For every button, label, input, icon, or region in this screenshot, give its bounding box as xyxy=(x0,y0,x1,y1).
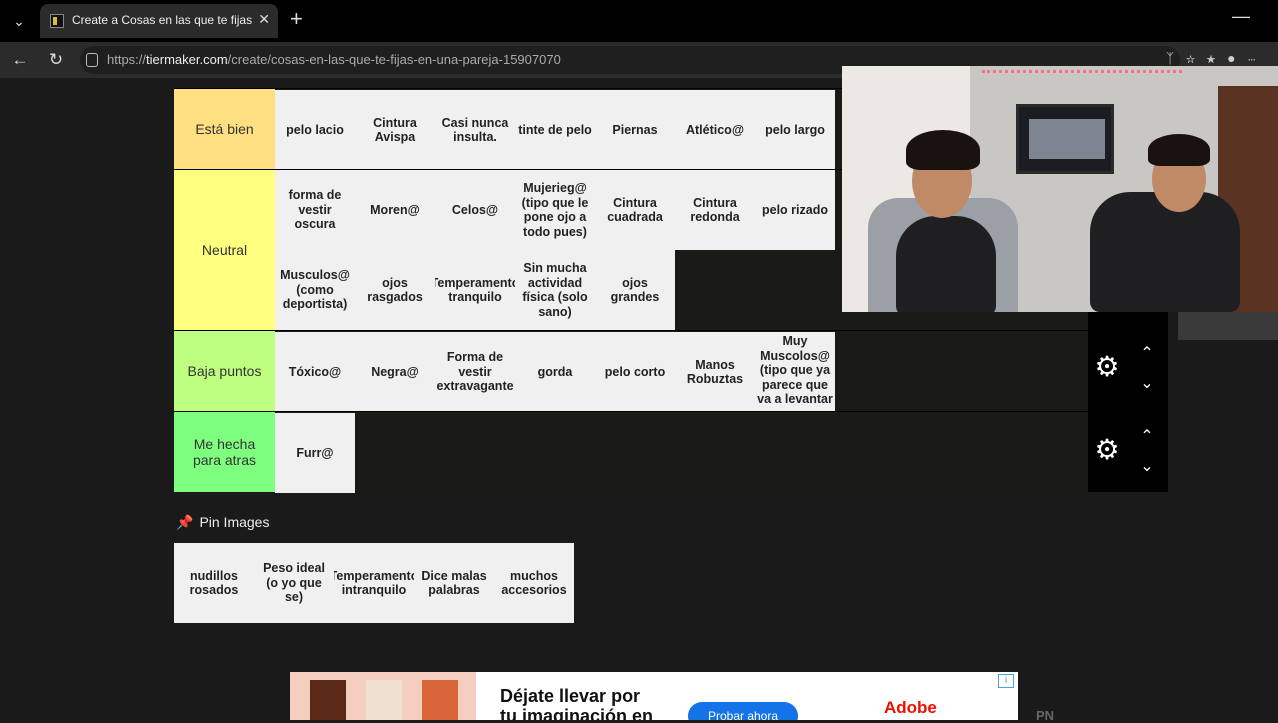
tier-label[interactable]: Me hecha para atras xyxy=(174,412,275,492)
tier-item[interactable]: Moren@ xyxy=(355,170,435,250)
ad-chocolate-bar xyxy=(366,680,402,720)
chevron-up-icon[interactable]: ⌃ xyxy=(1136,346,1158,362)
ad-chocolate-bar xyxy=(310,680,346,720)
ad-side-text: PN xyxy=(1036,708,1055,723)
tier-items: Furr@ xyxy=(275,412,1088,493)
pin-item[interactable]: Dice malas palabras xyxy=(414,543,494,623)
ad-info-icon[interactable]: i xyxy=(998,674,1014,688)
browser-tab-active[interactable]: Create a Cosas en las que te fijas e ✕ xyxy=(40,4,278,38)
chevron-down-icon[interactable]: ⌄ xyxy=(1136,459,1158,475)
tier-items: Tóxico@ Negra@ Forma de vestir extravaga… xyxy=(275,331,1088,412)
tier-label[interactable]: Baja puntos xyxy=(174,331,275,411)
webcam-tv xyxy=(1016,104,1114,174)
ad-headline: Déjate llevar por tu imaginación en xyxy=(500,686,654,720)
new-tab-plus-icon[interactable]: + xyxy=(290,6,303,32)
pin-item[interactable]: muchos accesorios xyxy=(494,543,574,623)
tier-item[interactable]: Temperamento tranquilo xyxy=(435,250,515,330)
ad-image xyxy=(290,672,476,720)
webcam-bottom-strip xyxy=(1178,312,1278,340)
favorite-star-icon[interactable]: ☆ xyxy=(1186,50,1206,66)
pushpin-icon: 📌 xyxy=(176,514,194,530)
tier-item[interactable]: Mujerieg@ (tipo que le pone ojo a todo p… xyxy=(515,170,595,250)
reload-icon[interactable]: ↻ xyxy=(44,48,68,72)
pin-item[interactable]: nudillos rosados xyxy=(174,543,254,623)
tier-item[interactable]: ojos rasgados xyxy=(355,250,435,330)
tier-item[interactable]: Muy Muscolos@ (tipo que ya parece que va… xyxy=(755,332,835,412)
tier-row-baja-puntos: Baja puntos Tóxico@ Negra@ Forma de vest… xyxy=(174,330,1088,412)
tier-item[interactable]: Atlético@ xyxy=(675,90,755,170)
window-minimize-icon[interactable]: — xyxy=(1232,6,1250,27)
ad-cta-button[interactable]: Probar ahora xyxy=(688,702,798,720)
tier-item[interactable]: Sin mucha actividad física (solo sano) xyxy=(515,250,595,330)
tier-item[interactable]: Negra@ xyxy=(355,332,435,412)
more-menu-icon[interactable]: ⋯ xyxy=(1248,50,1268,66)
gear-icon[interactable]: ⚙ xyxy=(1092,435,1122,465)
webcam-person-right xyxy=(1090,192,1240,312)
tier-item[interactable]: Cintura cuadrada xyxy=(595,170,675,250)
tier-item[interactable]: Celos@ xyxy=(435,170,515,250)
tab-list-chevron-icon[interactable]: ⌄ xyxy=(6,8,32,34)
tier-item[interactable]: ojos grandes xyxy=(595,250,675,330)
webcam-person-left-hair xyxy=(906,130,980,170)
tier-item[interactable]: Casi nunca insulta. xyxy=(435,90,515,170)
pin-images-area: nudillos rosados Peso ideal (o yo que se… xyxy=(174,543,574,623)
tier-item[interactable]: pelo largo xyxy=(755,90,835,170)
tab-title: Create a Cosas en las que te fijas e xyxy=(72,13,252,27)
tier-label[interactable]: Está bien xyxy=(174,89,275,169)
tier-item[interactable]: Cintura Avispa xyxy=(355,90,435,170)
tier-item[interactable]: Furr@ xyxy=(275,413,355,493)
gear-icon[interactable]: ⚙ xyxy=(1092,352,1122,382)
pin-item[interactable]: Peso ideal (o yo que se) xyxy=(254,543,334,623)
tier-item[interactable]: forma de vestir oscura xyxy=(275,170,355,250)
address-bar-icons: ᛉ☆★●⋯ xyxy=(1166,50,1268,66)
tier-item[interactable]: gorda xyxy=(515,332,595,412)
tier-row-me-hecha-para-atras: Me hecha para atras Furr@ xyxy=(174,411,1088,493)
adobe-advertisement[interactable]: Déjate llevar por tu imaginación en Proba… xyxy=(290,672,1018,720)
tier-item[interactable]: Cintura redonda xyxy=(675,170,755,250)
back-arrow-icon[interactable]: ← xyxy=(8,48,32,72)
tier-item[interactable]: Piernas xyxy=(595,90,675,170)
tab-close-icon[interactable]: ✕ xyxy=(258,11,270,28)
tier-controls: ⚙ ⌃ ⌄ xyxy=(1088,411,1168,492)
tier-label[interactable]: Neutral xyxy=(174,170,275,330)
pin-item[interactable]: Temperamento intranquilo xyxy=(334,543,414,623)
tier-item[interactable]: Tóxico@ xyxy=(275,332,355,412)
ad-brand-logo: Adobe xyxy=(884,698,937,717)
tier-item[interactable]: tinte de pelo xyxy=(515,90,595,170)
tier-item[interactable]: pelo rizado xyxy=(755,170,835,250)
tier-item[interactable]: Forma de vestir extravagante xyxy=(435,332,515,412)
tier-item[interactable]: Manos Robuztas xyxy=(675,332,755,412)
pin-images-title: Pin Images xyxy=(199,514,270,530)
favorites-icon[interactable]: ★ xyxy=(1207,50,1227,66)
url-text: https://tiermaker.com/create/cosas-en-la… xyxy=(107,52,561,67)
webcam-person-right-hair xyxy=(1148,134,1210,166)
tier-item[interactable]: pelo lacio xyxy=(275,90,355,170)
webcam-overlay xyxy=(842,66,1278,312)
tier-controls: ⚙ ⌃ ⌄ xyxy=(1088,312,1168,411)
tier-item[interactable]: pelo corto xyxy=(595,332,675,412)
read-aloud-icon[interactable]: ᛉ xyxy=(1166,50,1186,66)
browser-tab-bar: ⌄ Create a Cosas en las que te fijas e ✕… xyxy=(0,0,1278,42)
pin-images-heading: 📌 Pin Images xyxy=(176,514,269,531)
webcam-person-left-shirt xyxy=(896,216,996,312)
chevron-down-icon[interactable]: ⌄ xyxy=(1136,376,1158,392)
chevron-up-icon[interactable]: ⌃ xyxy=(1136,429,1158,445)
profile-avatar-icon[interactable]: ● xyxy=(1227,50,1247,66)
ad-chocolate-bar xyxy=(422,680,458,720)
tiermaker-favicon-icon xyxy=(50,14,64,28)
lock-icon xyxy=(86,53,98,67)
tier-item[interactable]: Musculos@ (como deportista) xyxy=(275,250,355,330)
